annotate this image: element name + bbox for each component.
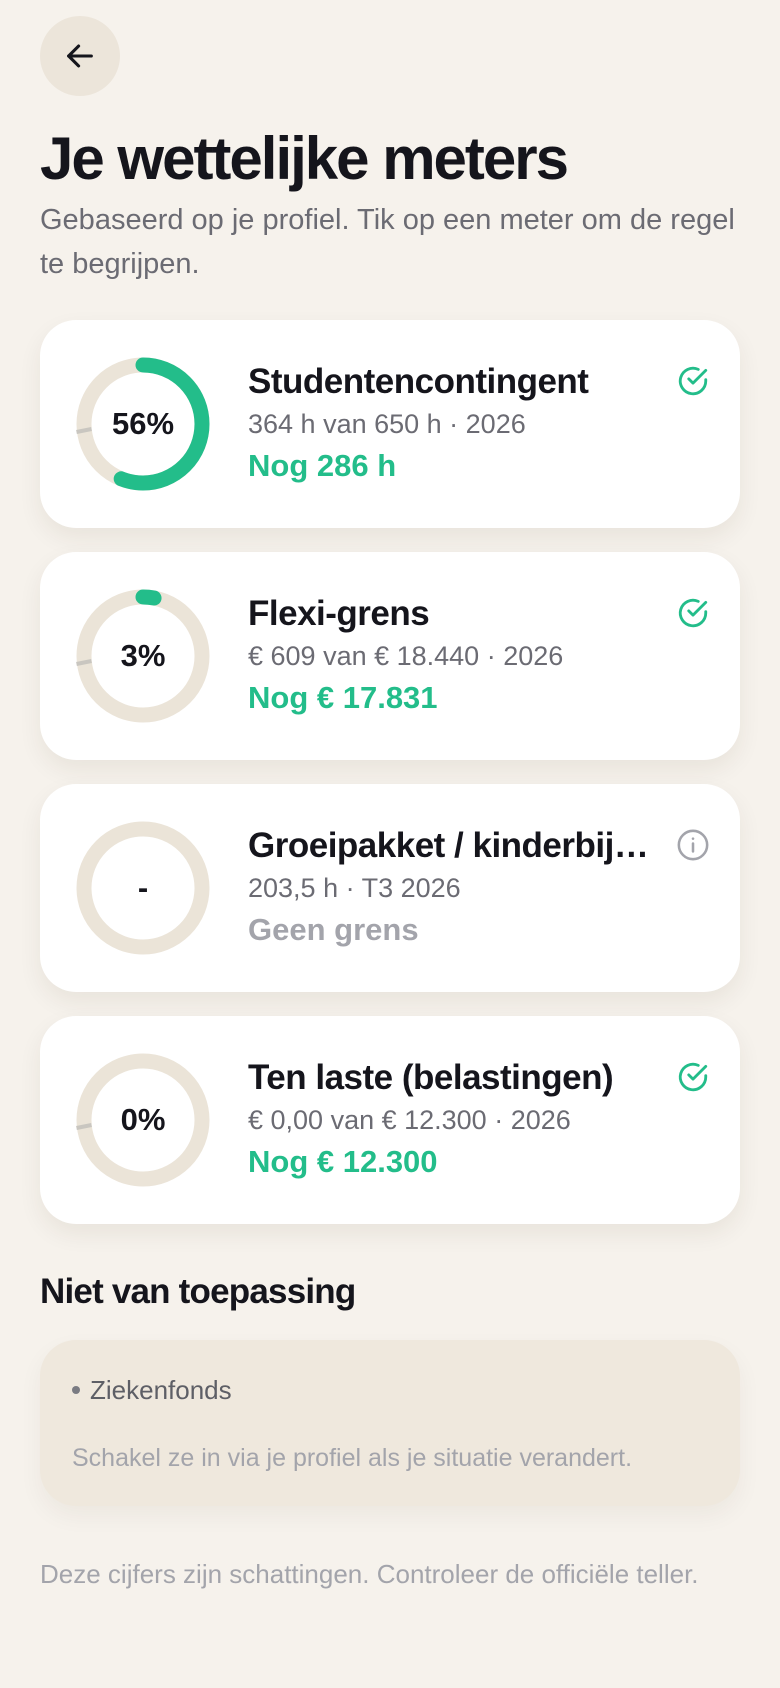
meter-card-ten-laste[interactable]: 0% Ten laste (belastingen) € 0,00 van € … bbox=[40, 1016, 740, 1224]
not-applicable-item-label: Ziekenfonds bbox=[90, 1375, 232, 1405]
meter-title: Flexi-grens bbox=[248, 594, 430, 633]
meter-remaining: Nog 286 h bbox=[248, 448, 397, 483]
not-applicable-heading: Niet van toepassing bbox=[40, 1272, 356, 1311]
meter-card-flexi-grens[interactable]: 3% Flexi-grens € 609 van € 18.440 · 2026… bbox=[40, 552, 740, 760]
progress-gauge: 3% bbox=[70, 583, 216, 729]
not-applicable-note: Schakel ze in via je profiel als je situ… bbox=[72, 1444, 633, 1472]
progress-gauge: 56% bbox=[70, 351, 216, 497]
check-circle-icon bbox=[678, 366, 708, 396]
page-title: Je wettelijke meters bbox=[40, 125, 569, 192]
not-applicable-panel: Ziekenfonds Schakel ze in via je profiel… bbox=[40, 1340, 740, 1506]
progress-gauge: - bbox=[70, 815, 216, 961]
meter-card-studentencontingent[interactable]: 56% Studentencontingent 364 h van 650 h … bbox=[40, 320, 740, 528]
check-circle-icon bbox=[678, 1062, 708, 1092]
meter-detail: 364 h van 650 h · 2026 bbox=[248, 409, 526, 439]
disclaimer-text: Deze cijfers zijn schattingen. Controlee… bbox=[40, 1559, 699, 1589]
check-circle-icon bbox=[678, 598, 708, 628]
gauge-percentage: 3% bbox=[120, 638, 166, 673]
arrow-left-icon bbox=[67, 44, 93, 68]
meter-detail: 203,5 h · T3 2026 bbox=[248, 873, 461, 903]
back-button[interactable] bbox=[40, 16, 120, 96]
meter-detail: € 0,00 van € 12.300 · 2026 bbox=[248, 1105, 571, 1135]
list-item: Ziekenfonds bbox=[72, 1372, 232, 1408]
meter-title: Groeipakket / kinderbijslag bbox=[248, 826, 658, 865]
meter-card-groeipakket[interactable]: - Groeipakket / kinderbijslag 203,5 h · … bbox=[40, 784, 740, 992]
gauge-percentage: - bbox=[137, 870, 149, 905]
meter-remaining: Geen grens bbox=[248, 912, 419, 947]
meter-title: Ten laste (belastingen) bbox=[248, 1058, 614, 1097]
meter-detail: € 609 van € 18.440 · 2026 bbox=[248, 641, 564, 671]
meter-remaining: Nog € 17.831 bbox=[248, 680, 438, 715]
meter-title: Studentencontingent bbox=[248, 362, 589, 401]
meter-remaining: Nog € 12.300 bbox=[248, 1144, 438, 1179]
progress-gauge: 0% bbox=[70, 1047, 216, 1193]
page-subtitle: Gebaseerd op je profiel. Tik op een mete… bbox=[40, 204, 735, 280]
bullet-icon bbox=[72, 1386, 80, 1395]
gauge-percentage: 0% bbox=[120, 1102, 166, 1137]
info-circle-icon[interactable] bbox=[676, 828, 710, 862]
gauge-percentage: 56% bbox=[111, 406, 175, 441]
